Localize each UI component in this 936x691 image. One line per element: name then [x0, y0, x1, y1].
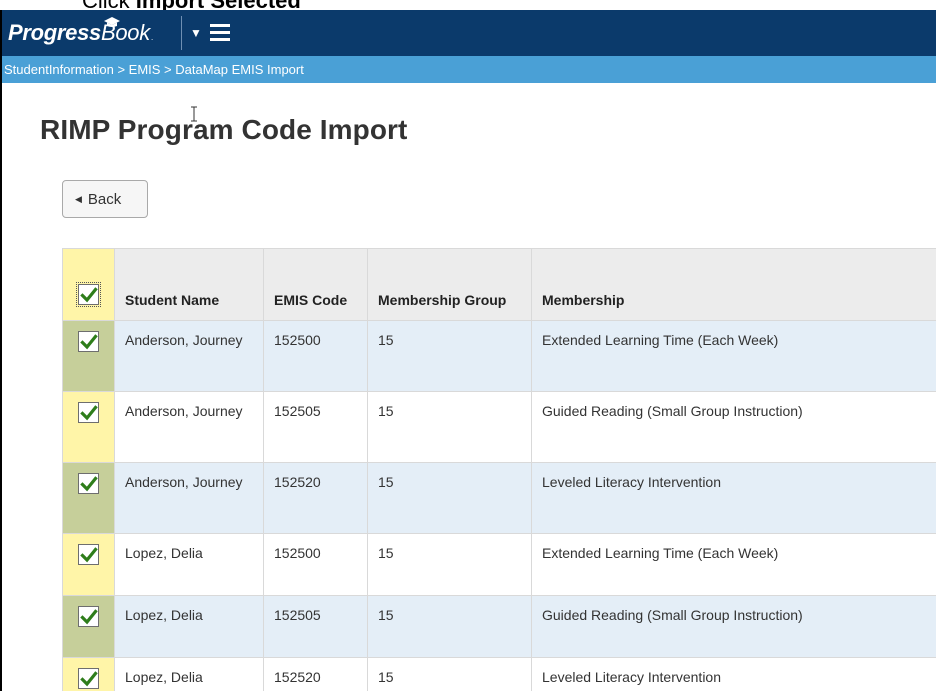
logo-text-bold: Progress — [8, 20, 101, 45]
import-table: Student Name EMIS Code Membership Group … — [62, 248, 936, 691]
cell-membership: Guided Reading (Small Group Instruction) — [531, 595, 936, 658]
cell-membership: Guided Reading (Small Group Instruction) — [531, 391, 936, 463]
checkmark-icon — [80, 334, 98, 350]
cell-emis-code: 152520 — [263, 462, 368, 534]
table-row: Anderson, Journey 152500 15 Extended Lea… — [62, 320, 936, 392]
cell-membership-group: 15 — [367, 533, 532, 596]
cell-emis-code: 152500 — [263, 320, 368, 392]
back-button[interactable]: ◀ Back — [62, 180, 148, 218]
checkmark-icon — [80, 405, 98, 421]
cell-student-name: Lopez, Delia — [114, 657, 264, 691]
select-all-checkbox[interactable] — [76, 282, 101, 307]
row-checkbox[interactable] — [78, 331, 99, 352]
column-header-membership-group[interactable]: Membership Group — [367, 248, 532, 321]
cell-student-name: Anderson, Journey — [114, 320, 264, 392]
app-window: Progress Book. ▼ StudentInformation > EMI… — [0, 10, 936, 691]
row-checkbox[interactable] — [78, 473, 99, 494]
cell-student-name: Lopez, Delia — [114, 533, 264, 596]
text-cursor-icon — [191, 106, 197, 122]
row-select-cell — [62, 462, 115, 534]
row-select-cell — [62, 533, 115, 596]
row-select-cell — [62, 657, 115, 691]
row-select-cell — [62, 595, 115, 658]
row-checkbox[interactable] — [78, 402, 99, 423]
table-row: Lopez, Delia 152500 15 Extended Learning… — [62, 533, 936, 596]
cell-membership: Leveled Literacy Intervention — [531, 657, 936, 691]
cell-emis-code: 152500 — [263, 533, 368, 596]
checkmark-icon — [80, 287, 98, 303]
row-checkbox[interactable] — [78, 668, 99, 689]
hamburger-menu-icon[interactable] — [210, 24, 230, 42]
row-select-cell — [62, 391, 115, 463]
row-select-cell — [62, 320, 115, 392]
logo-trademark: . — [150, 33, 153, 42]
cell-student-name: Anderson, Journey — [114, 462, 264, 534]
cell-emis-code: 152505 — [263, 595, 368, 658]
table-row: Anderson, Journey 152505 15 Guided Readi… — [62, 391, 936, 463]
instruction-caption: Click Import Selected — [0, 0, 936, 13]
chevron-down-icon[interactable]: ▼ — [188, 24, 204, 42]
table-row: Lopez, Delia 152520 15 Leveled Literacy … — [62, 657, 936, 691]
cell-emis-code: 152520 — [263, 657, 368, 691]
navbar-divider — [181, 16, 182, 50]
cell-membership: Extended Learning Time (Each Week) — [531, 533, 936, 596]
cell-membership: Extended Learning Time (Each Week) — [531, 320, 936, 392]
breadcrumb[interactable]: StudentInformation > EMIS > DataMap EMIS… — [4, 62, 304, 77]
graduation-cap-icon — [104, 17, 120, 27]
row-checkbox[interactable] — [78, 544, 99, 565]
cell-membership-group: 15 — [367, 462, 532, 534]
cell-membership-group: 15 — [367, 657, 532, 691]
cell-emis-code: 152505 — [263, 391, 368, 463]
column-header-student-name[interactable]: Student Name — [114, 248, 264, 321]
checkmark-icon — [80, 671, 98, 687]
column-header-emis-code[interactable]: EMIS Code — [263, 248, 368, 321]
column-header-membership[interactable]: Membership — [531, 248, 936, 321]
cell-membership-group: 15 — [367, 595, 532, 658]
cell-membership-group: 15 — [367, 391, 532, 463]
cell-student-name: Anderson, Journey — [114, 391, 264, 463]
back-button-label: Back — [87, 190, 122, 208]
table-row: Lopez, Delia 152505 15 Guided Reading (S… — [62, 595, 936, 658]
row-checkbox[interactable] — [78, 606, 99, 627]
cell-membership-group: 15 — [367, 320, 532, 392]
page-title: RIMP Program Code Import — [40, 114, 408, 145]
cell-membership: Leveled Literacy Intervention — [531, 462, 936, 534]
checkmark-icon — [80, 476, 98, 492]
table-header-row: Student Name EMIS Code Membership Group … — [62, 248, 936, 321]
progressbook-logo[interactable]: Progress Book. — [8, 17, 153, 48]
checkmark-icon — [80, 547, 98, 563]
table-row: Anderson, Journey 152520 15 Leveled Lite… — [62, 462, 936, 534]
cell-student-name: Lopez, Delia — [114, 595, 264, 658]
top-navbar: Progress Book. ▼ — [2, 10, 936, 56]
caret-left-icon: ◀ — [75, 193, 82, 204]
select-all-cell — [62, 248, 115, 321]
checkmark-icon — [80, 609, 98, 625]
breadcrumb-bar: StudentInformation > EMIS > DataMap EMIS… — [2, 56, 936, 83]
